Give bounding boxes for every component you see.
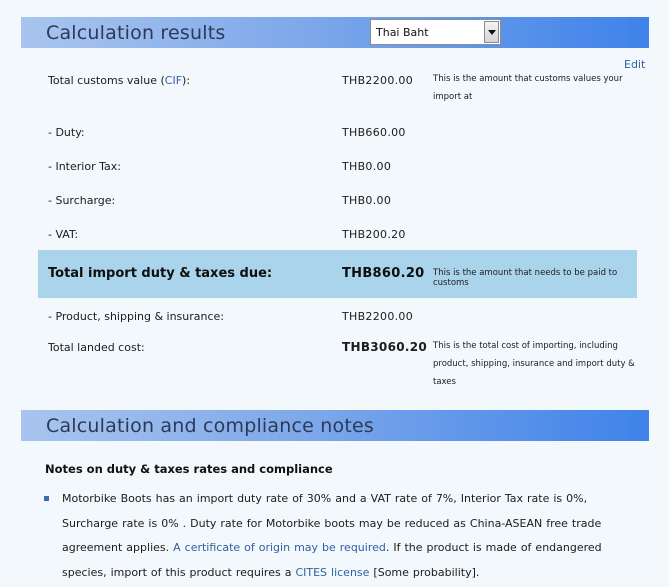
landed-cost-label: Total landed cost: <box>48 341 145 354</box>
interior-tax-amount: THB0.00 <box>342 160 392 173</box>
product-shipping-amount: THB2200.00 <box>342 310 414 323</box>
total-due-row: Total import duty & taxes due: THB860.20… <box>38 250 637 298</box>
landed-cost-amount: THB3060.20 <box>342 340 428 354</box>
bullet-icon <box>44 496 49 501</box>
chevron-down-icon[interactable] <box>484 21 499 43</box>
currency-select[interactable]: Thai Baht <box>370 19 501 45</box>
surcharge-label: - Surcharge: <box>48 194 116 207</box>
customs-value-label-prefix: Total customs value ( <box>48 74 165 87</box>
notes-heading: Notes on duty & taxes rates and complian… <box>45 462 333 476</box>
calculation-page: Calculation results Thai Baht Edit Total… <box>0 0 669 587</box>
customs-value-label: Total customs value (CIF): <box>48 74 190 87</box>
customs-value-amount: THB2200.00 <box>342 74 414 87</box>
landed-cost-note: This is the total cost of importing, inc… <box>433 341 635 387</box>
product-shipping-label: - Product, shipping & insurance: <box>48 310 225 323</box>
note-text-part3: [Some probability]. <box>369 565 480 579</box>
customs-value-label-suffix: ): <box>182 74 191 87</box>
cif-link[interactable]: CIF <box>165 74 182 87</box>
compliance-note: Motorbike Boots has an import duty rate … <box>62 487 632 585</box>
notes-header: Calculation and compliance notes <box>21 410 649 441</box>
total-due-label: Total import duty & taxes due: <box>48 266 273 281</box>
customs-value-note: This is the amount that customs values y… <box>433 74 623 102</box>
vat-amount: THB200.20 <box>342 228 406 241</box>
results-title: Calculation results <box>46 22 226 44</box>
vat-label: - VAT: <box>48 228 79 241</box>
results-header: Calculation results <box>21 17 649 48</box>
surcharge-amount: THB0.00 <box>342 194 392 207</box>
cites-license-link[interactable]: CITES license <box>295 566 369 579</box>
notes-title: Calculation and compliance notes <box>46 415 374 437</box>
certificate-of-origin-link[interactable]: A certificate of origin may be required <box>173 541 386 554</box>
total-due-amount: THB860.20 <box>342 266 425 281</box>
total-due-note: This is the amount that needs to be paid… <box>433 268 618 288</box>
duty-label: - Duty: <box>48 126 85 139</box>
currency-select-value: Thai Baht <box>376 26 429 39</box>
duty-amount: THB660.00 <box>342 126 406 139</box>
interior-tax-label: - Interior Tax: <box>48 160 121 173</box>
